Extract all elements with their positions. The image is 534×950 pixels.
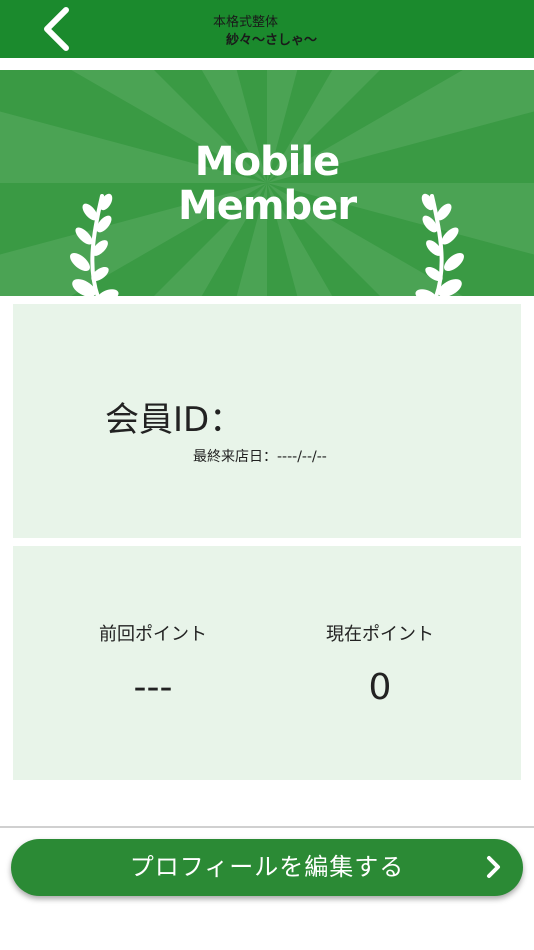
member-page: 本格式整体 紗々〜さしゃ〜 Mobile Member 会員ID： 最終来店日：…: [0, 0, 534, 950]
shop-name-line1: 本格式整体: [213, 15, 279, 30]
footer-divider: [0, 826, 534, 828]
previous-points-label: 前回ポイント: [99, 624, 207, 645]
current-points-value: 0: [368, 667, 392, 708]
previous-points-value: ---: [133, 667, 173, 708]
top-bar: 本格式整体 紗々〜さしゃ〜: [0, 0, 534, 58]
previous-points: 前回ポイント ---: [53, 620, 253, 708]
mobile-member-banner: Mobile Member: [0, 70, 534, 296]
member-id-card: 会員ID： 最終来店日：----/--/--: [13, 304, 521, 538]
shop-name-line2: 紗々〜さしゃ〜: [226, 33, 318, 48]
edit-profile-label: プロフィールを編集する: [129, 853, 405, 881]
banner-title-line2: Member: [177, 183, 357, 229]
points-card: 前回ポイント --- 現在ポイント 0: [13, 546, 521, 780]
current-points: 現在ポイント 0: [280, 620, 480, 708]
member-id-label: 会員ID：: [105, 400, 244, 440]
last-visit-date: 最終来店日：----/--/--: [193, 449, 327, 465]
shop-name: 本格式整体 紗々〜さしゃ〜: [0, 0, 534, 58]
banner-title: Mobile Member: [0, 140, 534, 228]
banner-title-line1: Mobile: [194, 139, 340, 185]
current-points-label: 現在ポイント: [326, 624, 434, 645]
chevron-right-icon: [487, 856, 500, 878]
edit-profile-button[interactable]: プロフィールを編集する: [11, 839, 523, 896]
